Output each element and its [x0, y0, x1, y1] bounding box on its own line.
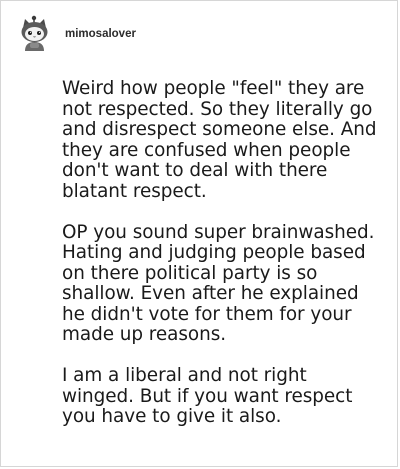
comment-paragraph: Weird how people "feel" they are not res… — [62, 78, 377, 202]
comment-header: mimosalover — [18, 15, 136, 55]
comment-paragraph: I am a liberal and not right winged. But… — [62, 365, 353, 427]
comment-card: mimosalover Weird how people "feel" they… — [0, 0, 398, 467]
username-link[interactable]: mimosalover — [65, 28, 136, 40]
gray-cat-avatar-icon[interactable] — [18, 15, 51, 52]
comment-paragraph: OP you sound super brainwashed. Hating a… — [62, 221, 375, 345]
comment-body: Weird how people "feel" they are not res… — [62, 78, 382, 448]
